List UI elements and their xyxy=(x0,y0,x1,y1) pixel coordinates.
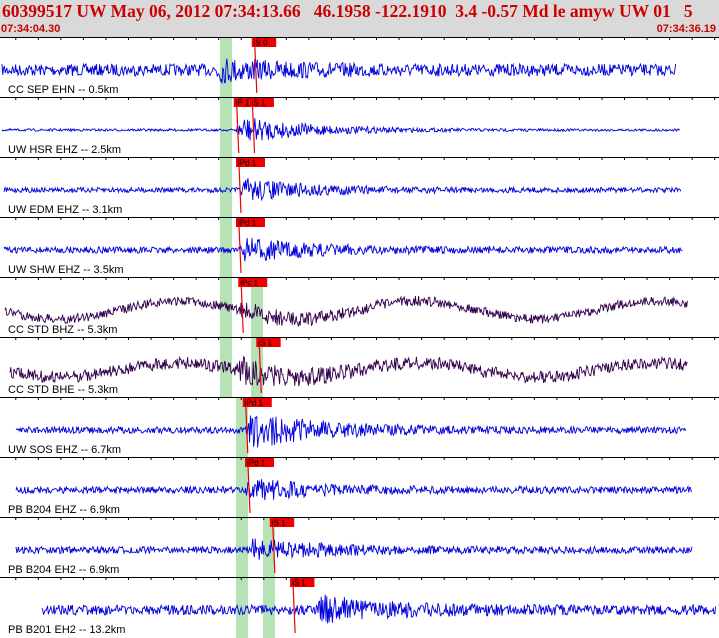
pick-label: iPd 1 xyxy=(245,399,264,408)
trace-panel: iP 1 iS 1 UW HSR EHZ -- 2.5km xyxy=(0,97,719,156)
pick-line xyxy=(254,44,258,94)
pick-label: iPd 1 xyxy=(238,219,257,228)
trace-panel: iS 0 CC SEP EHN -- 0.5km xyxy=(0,37,719,96)
pick-label: iPd 1 xyxy=(247,459,266,468)
pick-label: iS 1 xyxy=(252,99,266,108)
trace-label: PB B201 EH2 -- 13.2km xyxy=(8,624,125,636)
waveform xyxy=(9,355,688,387)
trace-label: CC STD BHE -- 5.3km xyxy=(8,384,118,396)
trace-label: UW EDM EHZ -- 3.1km xyxy=(8,204,122,216)
waveform xyxy=(1,58,677,84)
seismogram-plot: iS 0CC SEP EHN -- 0.5kmiP 1 iS 1UW HSR EH… xyxy=(0,37,719,638)
trace-label: CC SEP EHN -- 0.5km xyxy=(8,84,118,96)
trace-panel: iPd 1 UW SHW EHZ -- 3.5km xyxy=(0,217,719,276)
pick-label: iS 1 xyxy=(258,339,272,348)
waveform xyxy=(3,178,682,202)
waveform xyxy=(15,415,687,448)
pick-label: iP 1 xyxy=(236,99,250,108)
trace-label: UW HSR EHZ -- 2.5km xyxy=(8,144,121,156)
trace-panel: iS 1 PB B201 EH2 -- 13.2km xyxy=(0,577,719,636)
start-time: 07:34:04.30 xyxy=(1,23,61,35)
trace-panel: iS 1 CC STD BHE -- 5.3km xyxy=(0,337,719,396)
waveform xyxy=(4,295,688,327)
trace-label: UW SHW EHZ -- 3.5km xyxy=(8,264,124,276)
waveform xyxy=(41,594,717,624)
trace-label: CC STD BHZ -- 5.3km xyxy=(8,324,117,336)
waveform xyxy=(15,479,693,501)
trace-panel: iPd 1 UW EDM EHZ -- 3.1km xyxy=(0,157,719,216)
trace-panel: iPd 1 PB B204 EHZ -- 6.9km xyxy=(0,457,719,516)
trace-panel: iPd 1 UW SOS EHZ -- 6.7km xyxy=(0,397,719,456)
trace-panel: iPc 1 CC STD BHZ -- 5.3km xyxy=(0,277,719,336)
end-time: 07:34:36.19 xyxy=(656,23,716,35)
waveform xyxy=(1,118,680,141)
pick-label: iPc 1 xyxy=(240,279,258,288)
pick-label: iPd 1 xyxy=(238,159,257,168)
pick-label: iS 0 xyxy=(254,39,268,48)
event-header: 60399517 UW May 06, 2012 07:34:13.66 46.… xyxy=(0,0,719,37)
event-title: 60399517 UW May 06, 2012 07:34:13.66 46.… xyxy=(2,1,693,21)
trace-label: PB B204 EH2 -- 6.9km xyxy=(8,564,119,576)
pick-label: iS 1 xyxy=(272,519,286,528)
waveform xyxy=(15,538,693,560)
trace-label: UW SOS EHZ -- 6.7km xyxy=(8,444,121,456)
trace-label: PB B204 EHZ -- 6.9km xyxy=(8,504,120,516)
trace-panel: iS 1 PB B204 EH2 -- 6.9km xyxy=(0,517,719,576)
waveform xyxy=(3,237,683,262)
pick-label: iS 1 xyxy=(292,579,306,588)
